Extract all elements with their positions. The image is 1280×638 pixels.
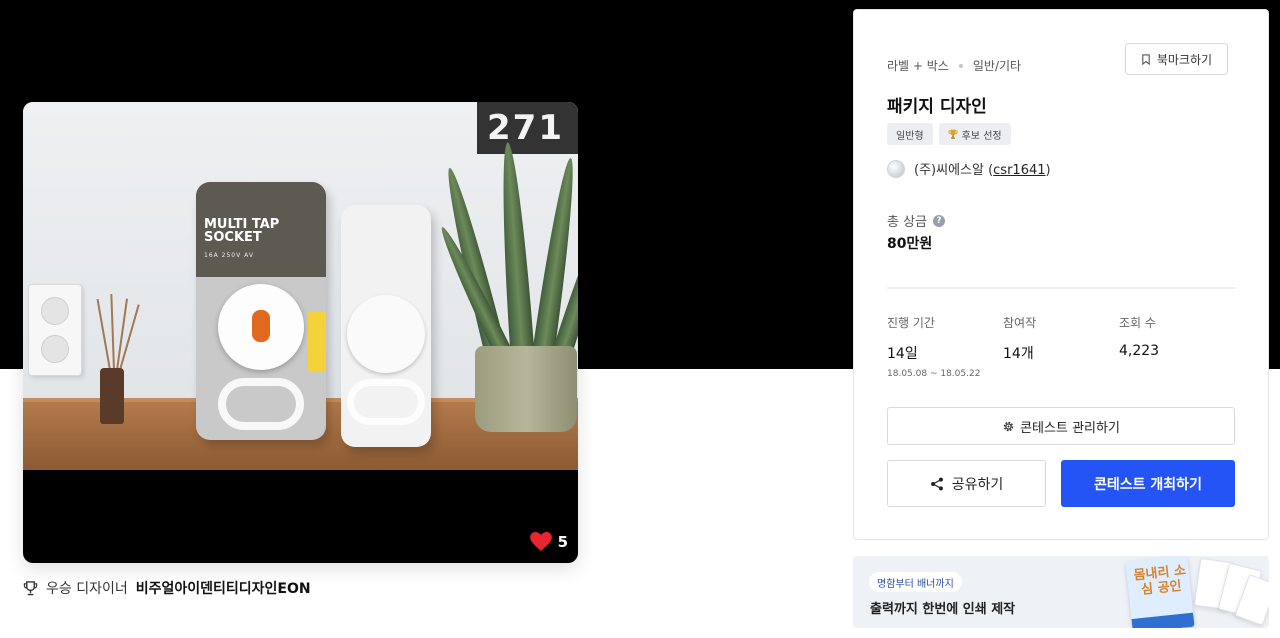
trophy-icon xyxy=(948,129,958,139)
stat-entries: 참여작 14개 xyxy=(1003,316,1037,362)
gear-icon xyxy=(1003,421,1014,431)
share-button[interactable]: 공유하기 xyxy=(887,460,1046,507)
package-back-view xyxy=(341,205,431,447)
tag-type: 일반형 xyxy=(887,123,933,145)
category-secondary[interactable]: 일반/기타 xyxy=(973,57,1021,74)
host-handle-link[interactable]: csr1641 xyxy=(993,163,1045,178)
likes-count: 5 xyxy=(557,532,568,551)
photo-clock: 271 xyxy=(477,102,578,154)
ad-illustration: 몸내리 소심 공인 xyxy=(1123,556,1269,628)
bookmark-label: 북마크하기 xyxy=(1156,52,1213,67)
bookmark-icon xyxy=(1142,53,1150,65)
category-separator xyxy=(958,63,963,68)
ad-headline: 출력까지 한번에 인쇄 제작 xyxy=(870,602,1016,617)
contest-host: (주)씨에스알 (csr1641) xyxy=(887,159,1051,178)
contest-info-panel: 라벨 + 박스 일반/기타 북마크하기 패키지 디자인 일반형 후보 선정 (주… xyxy=(853,9,1269,540)
trophy-icon xyxy=(23,580,38,595)
winner-label: 우승 디자이너 xyxy=(46,581,128,597)
package-front-view: MULTI TAP SOCKET 16A 250V AV xyxy=(196,182,326,440)
contest-title: 패키지 디자인 xyxy=(887,97,987,117)
manage-contest-button[interactable]: 콘테스트 관리하기 xyxy=(887,407,1235,445)
host-avatar[interactable] xyxy=(887,159,905,178)
tag-status: 후보 선정 xyxy=(938,123,1011,145)
winner-name[interactable]: 비주얼아이덴티티디자인EON xyxy=(136,578,311,598)
host-contest-button[interactable]: 콘테스트 개최하기 xyxy=(1061,460,1235,507)
ad-poster: 몸내리 소심 공인 xyxy=(1125,556,1195,628)
ad-poster-text: 몸내리 소심 공인 xyxy=(1133,563,1187,598)
heart-icon xyxy=(529,532,552,551)
host-name: (주)씨에스알 ( xyxy=(914,163,994,178)
contest-tags: 일반형 후보 선정 xyxy=(887,123,1011,145)
print-ad-banner[interactable]: 명함부터 배너까지 출력까지 한번에 인쇄 제작 몸내리 소심 공인 xyxy=(853,556,1269,628)
share-icon xyxy=(930,477,943,490)
photo-plant-pot xyxy=(475,346,577,432)
prize-label: 총 상금 ? xyxy=(887,211,946,230)
package-title-line2: SOCKET xyxy=(204,230,262,245)
stat-views: 조회 수 4,223 xyxy=(1119,316,1160,359)
like-counter[interactable]: 5 xyxy=(529,532,568,551)
photo-wall-outlet xyxy=(28,284,82,376)
contest-category: 라벨 + 박스 일반/기타 xyxy=(887,57,1021,74)
bookmark-button[interactable]: 북마크하기 xyxy=(1125,43,1228,75)
package-subtitle: 16A 250V AV xyxy=(204,252,254,259)
section-divider xyxy=(887,287,1235,289)
winner-info: 우승 디자이너 비주얼아이덴티티디자인EON xyxy=(23,578,311,598)
stat-period: 진행 기간 14일 18.05.08 ~ 18.05.22 xyxy=(887,316,981,379)
category-primary[interactable]: 라벨 + 박스 xyxy=(887,57,949,74)
product-image-card[interactable]: 271 MULTI TAP SOCKET 16A 250V AV 5 xyxy=(23,102,578,563)
ad-pill: 명함부터 배너까지 xyxy=(869,572,962,592)
photo-diffuser xyxy=(100,368,124,424)
help-icon[interactable]: ? xyxy=(933,214,946,227)
product-photo: 271 MULTI TAP SOCKET 16A 250V AV xyxy=(23,102,578,470)
prize-value: 80만원 xyxy=(887,236,933,252)
